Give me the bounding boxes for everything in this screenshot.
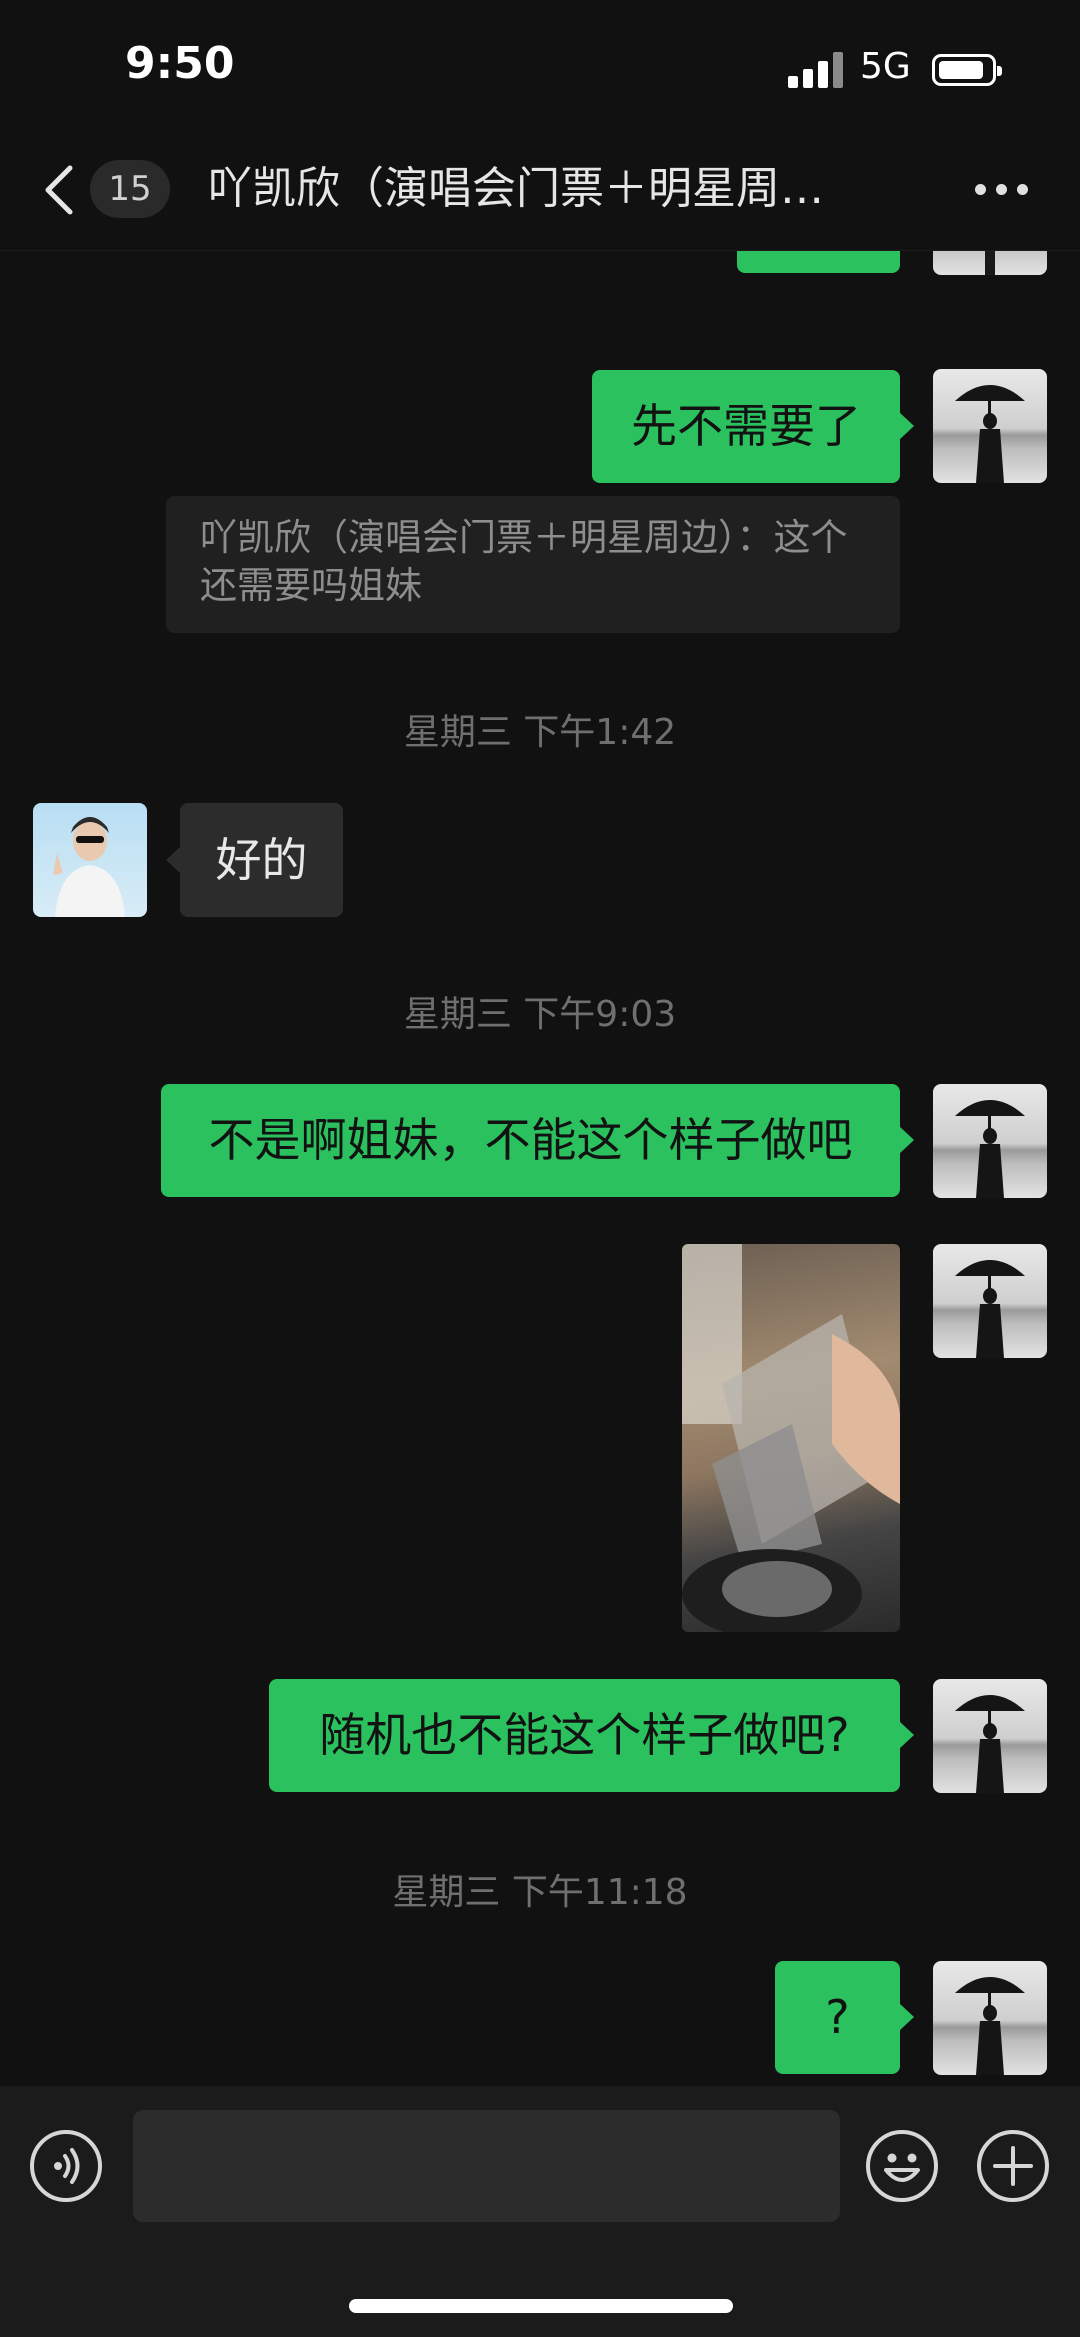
message-bubble-received[interactable]: 好的	[166, 803, 343, 917]
message-input[interactable]	[133, 2110, 840, 2222]
battery-icon	[932, 54, 1002, 86]
signal-icon	[788, 52, 844, 88]
photo-message[interactable]	[682, 1244, 900, 1632]
chat-screen: 9:50 5G 15 吖凯欣（演唱会门票＋明星周… 好的 先	[0, 0, 1080, 2337]
chat-header: 15 吖凯欣（演唱会门票＋明星周…	[0, 130, 1080, 251]
my-avatar[interactable]	[933, 1244, 1047, 1358]
message-list[interactable]: 好的 先不需要了 吖凯欣（演唱会门票＋明星周边）：这个还需要吗姐妹 星期三 下午…	[0, 251, 1080, 2086]
my-avatar[interactable]	[933, 251, 1047, 275]
timestamp: 星期三 下午9:03	[403, 994, 677, 1035]
network-type: 5G	[860, 46, 911, 87]
my-avatar[interactable]	[933, 1961, 1047, 2075]
message-text: 好的	[215, 833, 308, 887]
voice-icon[interactable]	[30, 2130, 102, 2202]
more-horizontal-icon[interactable]	[975, 182, 1029, 198]
my-avatar[interactable]	[933, 369, 1047, 483]
chat-title: 吖凯欣（演唱会门票＋明星周…	[208, 163, 824, 214]
umbrella-person-icon	[955, 385, 1025, 483]
message-bubble-sent[interactable]: 好的	[737, 251, 900, 273]
message-text: ?	[825, 1990, 850, 2044]
home-indicator[interactable]	[349, 2299, 733, 2313]
message-text: 先不需要了	[631, 399, 861, 453]
emoji-icon[interactable]	[866, 2130, 938, 2202]
unread-count-badge[interactable]: 15	[90, 160, 170, 218]
contact-avatar[interactable]	[33, 803, 147, 917]
message-bubble-sent[interactable]: ?	[775, 1961, 914, 2074]
photo-content	[682, 1244, 900, 1632]
message-text: 不是啊姐妹，不能这个样子做吧	[208, 1113, 853, 1167]
my-avatar[interactable]	[933, 1084, 1047, 1198]
message-bubble-sent[interactable]: 随机也不能这个样子做吧?	[269, 1679, 914, 1792]
status-time: 9:50	[125, 38, 235, 89]
umbrella-person-icon	[955, 1695, 1025, 1793]
umbrella-person-icon	[955, 1977, 1025, 2075]
plus-circle-icon[interactable]	[977, 2130, 1049, 2202]
message-bubble-sent[interactable]: 先不需要了	[592, 370, 914, 483]
message-text: 随机也不能这个样子做吧?	[319, 1708, 850, 1762]
umbrella-person-icon	[955, 1260, 1025, 1358]
umbrella-person-icon	[955, 1100, 1025, 1198]
contact-photo-icon	[53, 817, 125, 917]
quoted-message[interactable]: 吖凯欣（演唱会门票＋明星周边）：这个还需要吗姐妹	[166, 496, 900, 633]
message-bubble-sent[interactable]: 不是啊姐妹，不能这个样子做吧	[161, 1084, 914, 1197]
timestamp: 星期三 下午1:42	[403, 712, 677, 753]
chevron-left-icon[interactable]	[40, 164, 80, 216]
my-avatar[interactable]	[933, 1679, 1047, 1793]
timestamp: 星期三 下午11:18	[392, 1872, 688, 1913]
umbrella-person-icon	[985, 251, 995, 275]
